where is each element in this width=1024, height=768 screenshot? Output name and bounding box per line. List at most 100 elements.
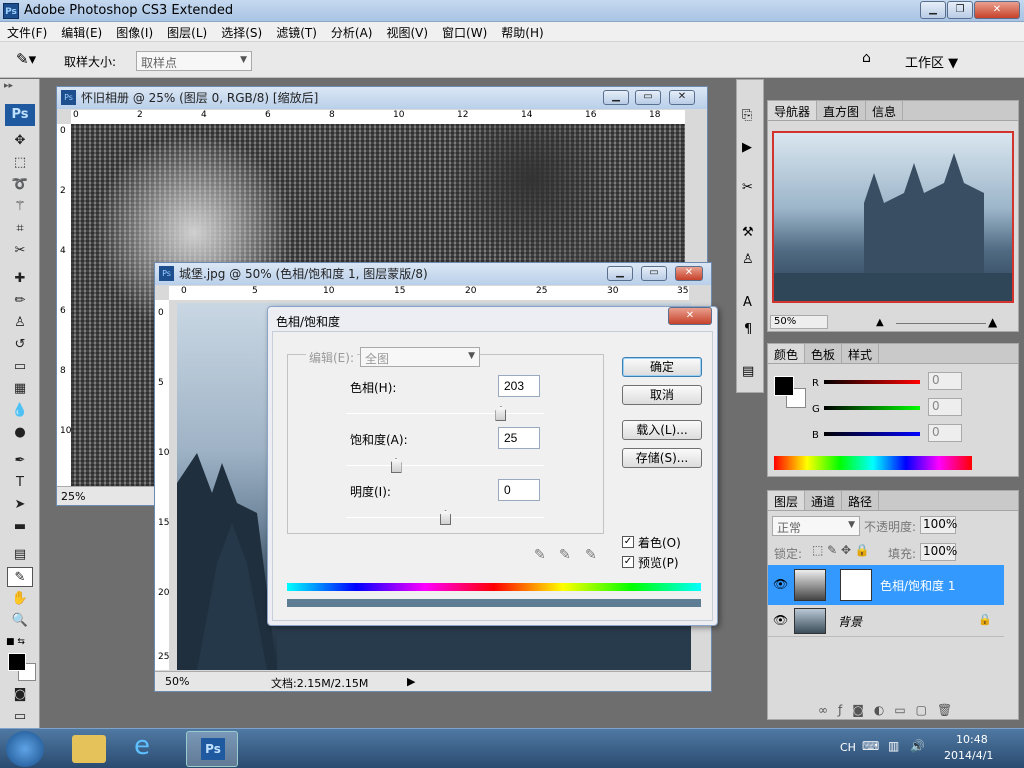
internet-explorer-icon[interactable]: e xyxy=(134,731,150,761)
foreground-color-swatch[interactable] xyxy=(8,653,26,671)
crop-tool-icon[interactable]: ⌗ xyxy=(7,219,33,239)
doc-minimize-button[interactable]: ▁ xyxy=(603,90,629,105)
eyedropper-icon[interactable]: ✎ xyxy=(534,547,546,563)
sample-size-select[interactable]: 取样点 ▼ xyxy=(136,51,252,71)
color-spectrum-ramp[interactable] xyxy=(774,456,972,470)
clock-time[interactable]: 10:48 xyxy=(956,733,988,746)
saturation-slider-track[interactable] xyxy=(346,465,544,466)
pen-tool-icon[interactable]: ✒ xyxy=(7,451,33,471)
fill-value[interactable]: 100% xyxy=(920,543,957,561)
paragraph-panel-icon[interactable]: ¶ xyxy=(744,322,752,337)
tab-styles[interactable]: 样式 xyxy=(842,344,880,363)
keyboard-icon[interactable]: ⌨ xyxy=(862,739,879,753)
green-value[interactable]: 0 xyxy=(928,398,962,416)
start-button-icon[interactable] xyxy=(6,731,44,767)
swap-colors-icon[interactable]: ■ ⇆ xyxy=(6,637,25,647)
preview-checkbox[interactable]: ✓ xyxy=(622,556,634,568)
menu-filter[interactable]: 滤镜(T) xyxy=(269,22,324,41)
menu-edit[interactable]: 编辑(E) xyxy=(54,22,109,41)
screen-mode-icon[interactable]: ▭ xyxy=(7,707,33,727)
network-icon[interactable]: ▥ xyxy=(888,739,899,753)
lasso-tool-icon[interactable]: ➰ xyxy=(7,175,33,195)
red-slider[interactable] xyxy=(824,380,920,384)
zoom-out-icon[interactable]: ▲ xyxy=(876,317,884,328)
tool-presets-icon[interactable]: ✂ xyxy=(742,180,753,195)
lightness-input[interactable] xyxy=(498,479,540,501)
edit-select[interactable]: 全图 ▼ xyxy=(360,347,480,367)
tab-paths[interactable]: 路径 xyxy=(842,491,880,510)
hue-slider-track[interactable] xyxy=(346,413,544,414)
cancel-button[interactable]: 取消 xyxy=(622,385,702,405)
menu-select[interactable]: 选择(S) xyxy=(214,22,269,41)
layer-row-background[interactable]: 👁 背景 🔒 xyxy=(768,605,1004,637)
path-selection-tool-icon[interactable]: ➤ xyxy=(7,495,33,515)
restore-button[interactable]: ❐ xyxy=(947,1,973,19)
collapse-icon[interactable]: ▸▸ xyxy=(4,81,13,91)
language-indicator[interactable]: CH xyxy=(840,741,856,754)
volume-icon[interactable]: 🔊 xyxy=(910,739,925,753)
doc-maximize-button[interactable]: ▭ xyxy=(635,90,661,105)
saturation-input[interactable] xyxy=(498,427,540,449)
clock-date[interactable]: 2014/4/1 xyxy=(944,749,993,762)
menu-window[interactable]: 窗口(W) xyxy=(435,22,494,41)
history-panel-icon[interactable]: ⎘ xyxy=(742,108,752,123)
tab-layers[interactable]: 图层 xyxy=(768,491,806,510)
navigator-zoom-field[interactable]: 50% xyxy=(770,315,828,329)
dialog-close-button[interactable]: ✕ xyxy=(668,307,712,325)
bridge-icon[interactable]: ⌂ xyxy=(862,50,871,66)
eyedropper-plus-icon[interactable]: ✎ xyxy=(559,547,571,563)
tab-histogram[interactable]: 直方图 xyxy=(817,101,867,120)
slice-tool-icon[interactable]: ✂ xyxy=(7,241,33,261)
healing-brush-tool-icon[interactable]: ✚ xyxy=(7,269,33,289)
menu-file[interactable]: 文件(F) xyxy=(0,22,54,41)
eye-visibility-icon[interactable]: 👁 xyxy=(773,613,788,627)
layer-comps-icon[interactable]: ▤ xyxy=(742,364,754,379)
tab-swatches[interactable]: 色板 xyxy=(805,344,843,363)
minimize-button[interactable]: ▁ xyxy=(920,1,946,19)
menu-view[interactable]: 视图(V) xyxy=(379,22,435,41)
load-button[interactable]: 载入(L)... xyxy=(622,420,702,440)
hue-input[interactable] xyxy=(498,375,540,397)
actions-panel-icon[interactable]: ▶ xyxy=(742,140,752,155)
menu-analysis[interactable]: 分析(A) xyxy=(324,22,380,41)
blue-value[interactable]: 0 xyxy=(928,424,962,442)
menu-image[interactable]: 图像(I) xyxy=(109,22,160,41)
blend-mode-select[interactable]: 正常 ▼ xyxy=(772,516,860,536)
colorize-checkbox[interactable]: ✓ xyxy=(622,536,634,548)
blue-slider[interactable] xyxy=(824,432,920,436)
ok-button[interactable]: 确定 xyxy=(622,357,702,377)
tab-channels[interactable]: 通道 xyxy=(805,491,843,510)
notes-tool-icon[interactable]: ▤ xyxy=(7,545,33,565)
hand-tool-icon[interactable]: ✋ xyxy=(7,589,33,609)
green-slider[interactable] xyxy=(824,406,920,410)
doc-maximize-button[interactable]: ▭ xyxy=(641,266,667,281)
brushes-panel-icon[interactable]: ⚒ xyxy=(742,225,754,240)
move-tool-icon[interactable]: ✥ xyxy=(7,131,33,151)
eyedropper-tool-icon[interactable]: ✎▾ xyxy=(16,50,36,68)
quick-mask-icon[interactable]: ◙ xyxy=(7,685,33,705)
opacity-value[interactable]: 100% xyxy=(920,516,957,534)
doc-close-button[interactable]: ✕ xyxy=(669,90,695,105)
character-panel-icon[interactable]: A xyxy=(743,295,752,310)
eye-visibility-icon[interactable]: 👁 xyxy=(773,577,788,591)
doc-close-button[interactable]: ✕ xyxy=(675,266,703,281)
navigator-thumbnail-image[interactable] xyxy=(772,131,1014,303)
magic-wand-tool-icon[interactable]: ⚚ xyxy=(7,197,33,217)
menu-layer[interactable]: 图层(L) xyxy=(160,22,214,41)
close-button[interactable]: ✕ xyxy=(974,1,1020,19)
clone-stamp-tool-icon[interactable]: ♙ xyxy=(7,313,33,333)
type-tool-icon[interactable]: T xyxy=(7,473,33,493)
zoom-level[interactable]: 25% xyxy=(61,490,85,503)
layer-mask-thumbnail[interactable] xyxy=(840,569,872,601)
eyedropper-minus-icon[interactable]: ✎ xyxy=(585,547,597,563)
navigator-zoom-slider[interactable] xyxy=(896,323,986,324)
doc-minimize-button[interactable]: ▁ xyxy=(607,266,633,281)
layer-name[interactable]: 背景 xyxy=(838,613,862,630)
menu-help[interactable]: 帮助(H) xyxy=(494,22,550,41)
status-menu-arrow-icon[interactable]: ▶ xyxy=(407,675,415,688)
tab-navigator[interactable]: 导航器 xyxy=(768,101,818,120)
brush-tool-icon[interactable]: ✏ xyxy=(7,291,33,311)
layer-actions-icons[interactable]: ∞ƒ◙◐▭▢🗑 xyxy=(818,703,962,717)
history-brush-tool-icon[interactable]: ↺ xyxy=(7,335,33,355)
red-value[interactable]: 0 xyxy=(928,372,962,390)
